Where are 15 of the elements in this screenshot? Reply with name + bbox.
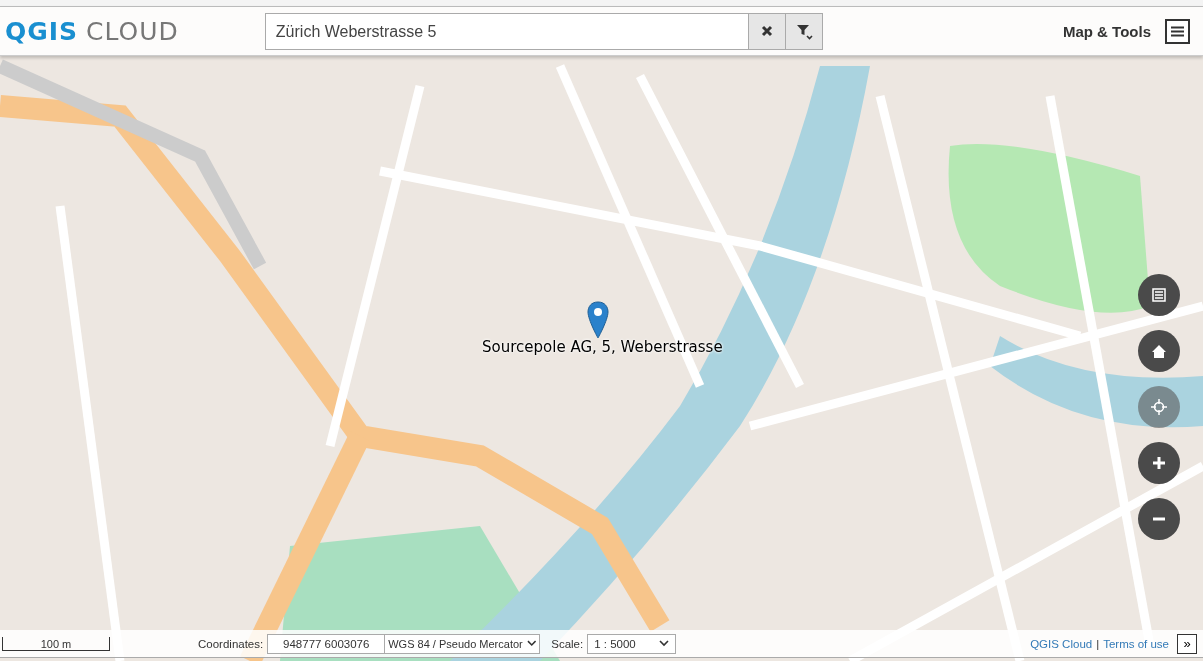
scale-label: Scale: — [551, 637, 584, 650]
footer-link[interactable]: QGIS Cloud — [1030, 637, 1093, 650]
coordinates-field[interactable]: 948777 6003076 — [267, 633, 386, 654]
expand-button[interactable]: » — [1177, 633, 1197, 654]
logo-text: QGIS — [5, 16, 79, 46]
footer-link[interactable]: Terms of use — [1103, 637, 1169, 650]
coordinates-label: Coordinates: — [198, 637, 264, 650]
scale-dropdown[interactable]: 1 : 5000 — [587, 633, 677, 654]
logo-text: CLOUD — [86, 16, 179, 46]
search-field[interactable]: Zürich Weberstrasse 5 — [264, 12, 823, 50]
marker-label: Sourcepole AG, 5, Weberstrasse — [482, 338, 723, 356]
link-separator: | — [1096, 637, 1100, 650]
scale-bar: 100 m — [2, 636, 110, 651]
menu-label: Map & Tools — [1062, 22, 1151, 40]
crs-dropdown[interactable]: WGS 84 / Pseudo Mercator — [385, 633, 541, 654]
